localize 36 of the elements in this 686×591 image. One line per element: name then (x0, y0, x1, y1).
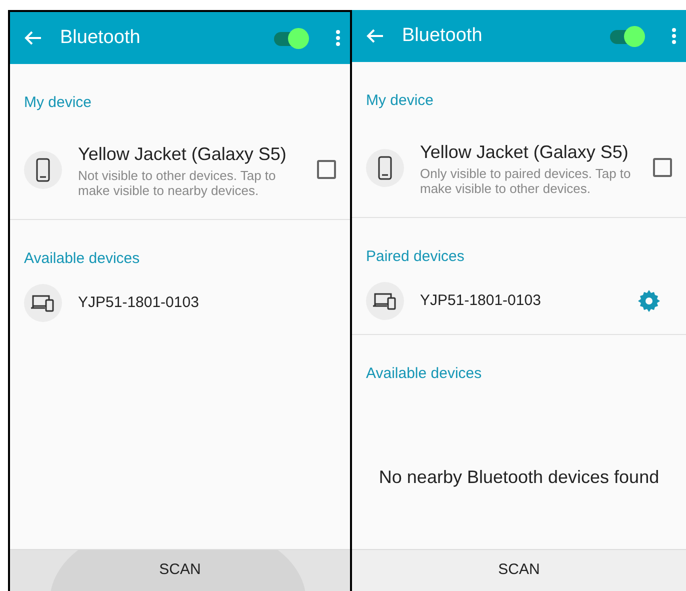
section-header: My device (365, 91, 435, 111)
devices-icon (31, 294, 55, 312)
more-options-button[interactable] (672, 28, 676, 44)
back-arrow-icon (24, 30, 42, 46)
section-header: My device (23, 93, 93, 113)
device-name: Yellow Jacket (Galaxy S5) (420, 140, 630, 164)
section-header: Available devices (365, 364, 483, 384)
screen-title: Bluetooth (60, 26, 142, 50)
phone-icon (36, 158, 50, 182)
settings-button[interactable] (638, 290, 660, 312)
device-row[interactable]: Yellow Jacket (Galaxy S5) Only visible to paired devices. Tap to make visible to other devices. (352, 112, 686, 217)
more-options-icon (672, 28, 676, 44)
visibility-checkbox[interactable] (653, 158, 672, 178)
screen-title: Bluetooth (402, 24, 484, 48)
back-arrow-icon (366, 28, 384, 44)
visibility-checkbox[interactable] (317, 160, 336, 180)
phone-icon (378, 156, 392, 180)
back-button[interactable] (24, 30, 42, 46)
device-name: YJP51-1801-0103 (78, 292, 200, 313)
scan-button[interactable]: SCAN (352, 549, 686, 591)
back-button[interactable] (366, 28, 384, 44)
more-options-button[interactable] (336, 30, 340, 46)
devices-icon (373, 292, 397, 310)
section-header: Paired devices (365, 246, 466, 267)
visibility-description: Only visible to paired devices. Tap to make visible to other devices. (420, 166, 632, 197)
more-options-icon (336, 30, 340, 46)
empty-message: No nearby Bluetooth devices found (378, 466, 660, 489)
section-header: Available devices (23, 248, 141, 269)
device-row[interactable]: YJP51-1801-0103 (10, 270, 350, 336)
device-name: YJP51-1801-0103 (420, 290, 542, 311)
settings-icon (638, 290, 660, 312)
device-name: Yellow Jacket (Galaxy S5) (78, 142, 288, 166)
device-row[interactable]: Yellow Jacket (Galaxy S5) Not visible to other devices. Tap to make visible to nearby devices. (10, 114, 350, 219)
visibility-description: Not visible to other devices. Tap to make visible to nearby devices. (78, 168, 277, 199)
scan-button[interactable]: SCAN (10, 549, 350, 591)
device-row[interactable]: YJP51-1801-0103 (352, 268, 686, 334)
